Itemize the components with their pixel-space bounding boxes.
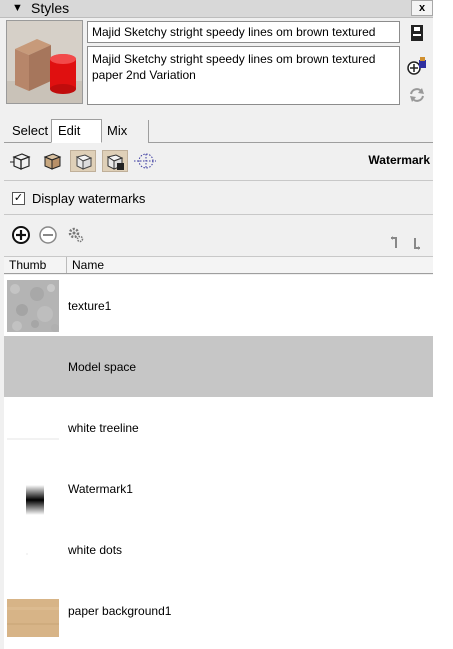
- watermark-list[interactable]: texture1 Model space white treeline Wate…: [4, 275, 433, 649]
- tab-select[interactable]: Select: [6, 120, 54, 143]
- treeline-thumbnail: [7, 402, 59, 454]
- edge-settings-icon[interactable]: [10, 150, 32, 172]
- display-watermarks-checkbox[interactable]: ✓: [12, 192, 25, 205]
- collapse-triangle-icon[interactable]: ▼: [12, 2, 23, 14]
- list-item[interactable]: white dots: [4, 519, 433, 580]
- column-header-thumb[interactable]: Thumb: [9, 258, 46, 272]
- remove-watermark-icon[interactable]: [38, 225, 58, 245]
- tab-baseline-right: [148, 142, 433, 143]
- watermark-name: Watermark1: [68, 482, 133, 496]
- divider: [4, 214, 433, 215]
- paper-background-thumbnail: [7, 585, 59, 637]
- style-name-field[interactable]: Majid Sketchy stright speedy lines om br…: [87, 21, 400, 43]
- create-new-style-icon[interactable]: [406, 55, 428, 77]
- white-dots-thumbnail: [7, 524, 59, 576]
- watermark-name: texture1: [68, 299, 112, 313]
- move-up-icon[interactable]: [387, 233, 401, 253]
- panel-titlebar[interactable]: ▼ Styles: [0, 0, 433, 18]
- refresh-icon[interactable]: [406, 84, 428, 106]
- update-style-icon[interactable]: [406, 22, 428, 44]
- column-divider[interactable]: [66, 257, 67, 273]
- watermark-settings-icon[interactable]: [102, 150, 128, 172]
- style-description-field[interactable]: Majid Sketchy stright speedy lines om br…: [87, 46, 400, 105]
- list-item[interactable]: paper background1: [4, 580, 433, 641]
- style-preview-thumbnail: [6, 20, 83, 104]
- watermark-name: white treeline: [68, 421, 139, 435]
- divider: [4, 180, 433, 181]
- list-item[interactable]: Model space: [4, 336, 433, 397]
- tab-edit[interactable]: Edit: [51, 119, 102, 143]
- watermark-name: white dots: [68, 543, 123, 557]
- list-header: Thumb Name: [4, 256, 433, 274]
- face-settings-icon[interactable]: [41, 150, 63, 172]
- background-settings-icon[interactable]: [70, 150, 96, 172]
- add-watermark-icon[interactable]: [11, 225, 31, 245]
- modeling-settings-icon[interactable]: [134, 150, 156, 172]
- move-down-icon[interactable]: [411, 233, 425, 253]
- column-header-name[interactable]: Name: [72, 258, 104, 272]
- tab-mix[interactable]: Mix: [101, 120, 149, 143]
- list-item[interactable]: white treeline: [4, 397, 433, 458]
- panel-right-edge: [433, 0, 453, 649]
- panel-title: Styles: [31, 0, 70, 16]
- edit-watermark-settings-icon[interactable]: [66, 225, 86, 245]
- watermark-thumbnail: [7, 463, 59, 515]
- close-button[interactable]: x: [411, 0, 433, 16]
- list-item[interactable]: Watermark1: [4, 458, 433, 519]
- texture-thumbnail: [7, 280, 59, 332]
- watermark-name: Model space: [68, 360, 137, 374]
- watermark-name: paper background1: [68, 604, 172, 618]
- list-item[interactable]: texture1: [4, 275, 433, 336]
- section-label: Watermark: [368, 153, 430, 167]
- tab-baseline-left: [4, 142, 51, 143]
- display-watermarks-label: Display watermarks: [32, 191, 146, 206]
